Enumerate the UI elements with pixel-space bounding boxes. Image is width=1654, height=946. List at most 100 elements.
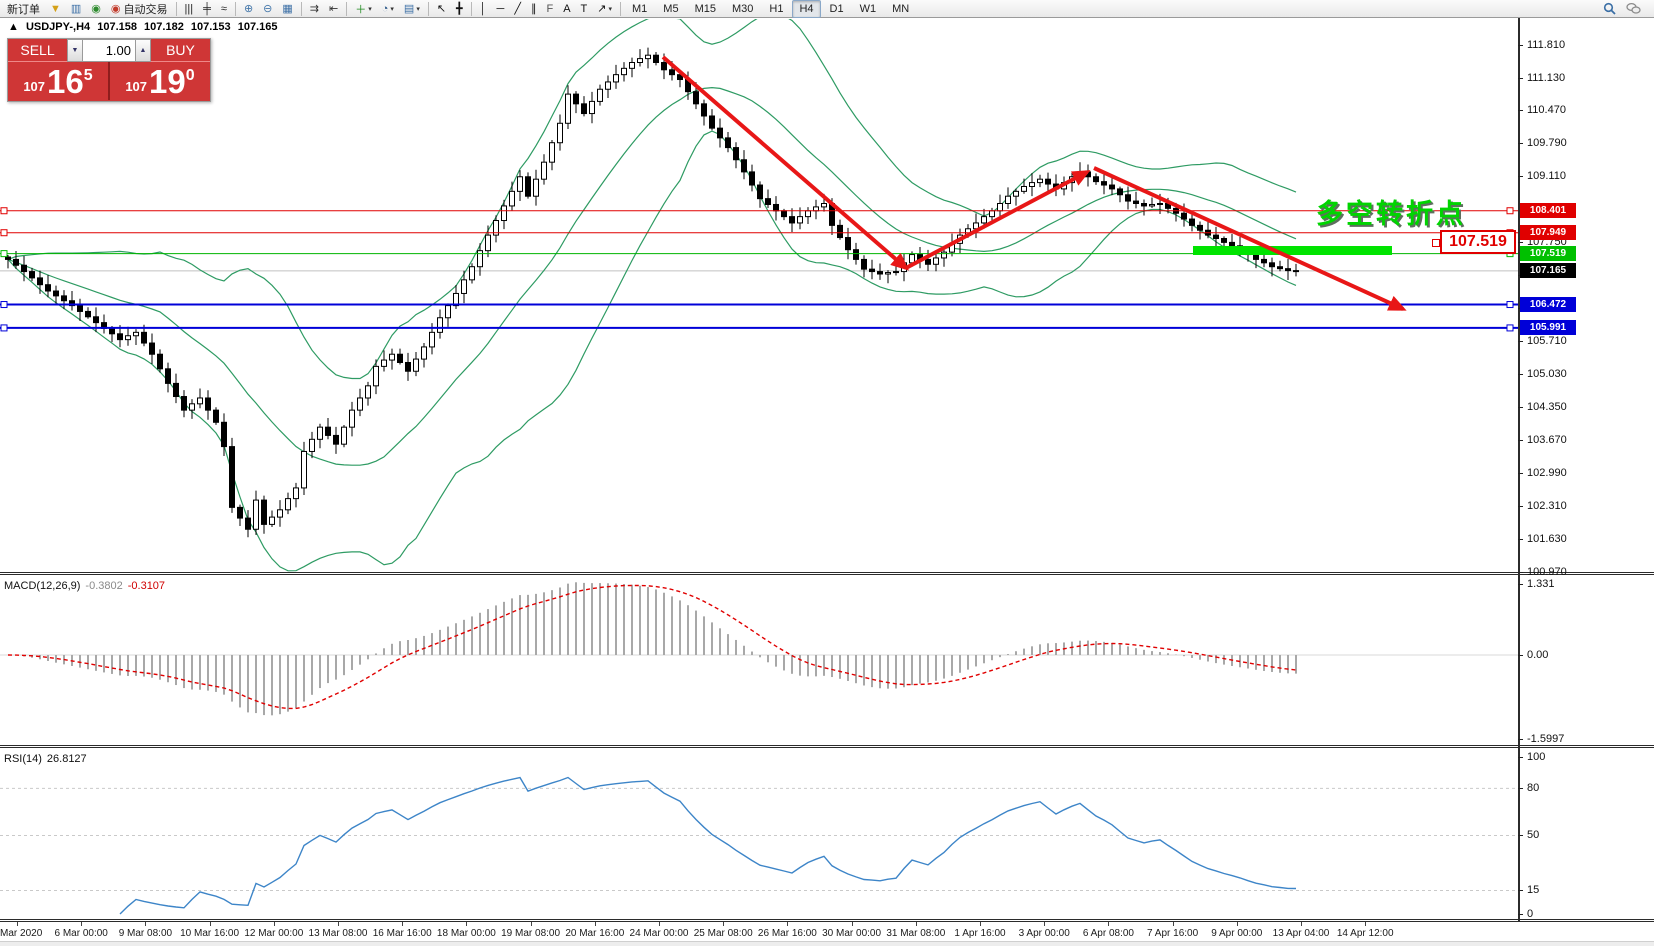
axis-tick <box>1518 584 1523 585</box>
search-icon[interactable] <box>1599 0 1620 18</box>
candlestick-chart-icon[interactable]: ╪ <box>199 0 215 18</box>
buy-button[interactable]: BUY <box>151 39 210 62</box>
text-label-icon[interactable]: T <box>577 0 592 18</box>
symbol-info-bar: ▲ USDJPY-,H4 107.158 107.182 107.153 107… <box>8 21 281 33</box>
timeframe-m15[interactable]: M15 <box>688 0 723 18</box>
auto-scroll-icon[interactable]: ⇉ <box>306 0 323 18</box>
trendline-icon[interactable]: ╱ <box>510 0 525 18</box>
timeframe-d1[interactable]: D1 <box>823 0 851 18</box>
timeframe-mn[interactable]: MN <box>885 0 916 18</box>
time-tick-label: 31 Mar 08:00 <box>886 928 945 939</box>
time-tick <box>1237 922 1238 926</box>
time-tick <box>595 922 596 926</box>
styler-icon[interactable]: ▼ <box>46 0 65 18</box>
rsi-label: RSI(14)26.8127 <box>4 753 87 765</box>
chart-shift-icon[interactable]: ⇤ <box>325 0 342 18</box>
chat-icon[interactable] <box>1622 0 1645 18</box>
market-watch-icon[interactable]: ▥ <box>67 0 85 18</box>
axis-tick-label: 1.331 <box>1527 578 1555 590</box>
new-order-button[interactable]: 新订单 <box>3 0 44 18</box>
main-chart-pane[interactable] <box>0 18 1654 575</box>
vertical-line-icon[interactable]: │ <box>476 0 491 18</box>
axis-tick <box>1518 78 1523 79</box>
time-tick-label: 20 Mar 16:00 <box>565 928 624 939</box>
sell-price[interactable]: 107 16 5 <box>8 62 110 100</box>
axis-tick <box>1518 506 1523 507</box>
sell-price-big: 16 <box>47 67 84 97</box>
time-tick-label: 6 Apr 08:00 <box>1083 928 1134 939</box>
ohlc-high: 107.182 <box>144 21 184 33</box>
axis-tick-label: 104.350 <box>1527 401 1567 413</box>
tile-windows-icon[interactable]: ▦ <box>278 0 296 18</box>
zoom-in-icon[interactable]: ⊕ <box>240 0 257 18</box>
zoom-out-icon[interactable]: ⊖ <box>259 0 276 18</box>
time-tick-label: 25 Mar 08:00 <box>694 928 753 939</box>
indicators-icon[interactable]: ＋▾ <box>351 0 376 18</box>
time-tick <box>787 922 788 926</box>
ohlc-low: 107.153 <box>191 21 231 33</box>
time-tick-label: 12 Mar 00:00 <box>244 928 303 939</box>
periods-icon[interactable]: ◔▾ <box>378 0 398 18</box>
line-chart-icon[interactable]: ≈ <box>217 0 231 18</box>
fibonacci-icon[interactable]: F <box>542 0 557 18</box>
axis-tick <box>1518 440 1523 441</box>
templates-icon[interactable]: ▤▾ <box>400 0 424 18</box>
axis-tick-label: -1.5997 <box>1527 733 1564 745</box>
time-tick-label: 7 Apr 16:00 <box>1147 928 1198 939</box>
volume-increase-button[interactable]: ▲ <box>135 39 151 62</box>
price-badge: 107.165 <box>1520 263 1576 278</box>
axis-tick-label: 111.810 <box>1527 39 1565 51</box>
signal-icon[interactable]: ◉ <box>87 0 105 18</box>
auto-trading-button[interactable]: ◉自动交易 <box>107 0 172 18</box>
mt4-terminal-window: 新订单▼▥◉◉自动交易|||╪≈⊕⊖▦⇉⇤＋▾◔▾▤▾↖╋│─╱∥FAT↗▾ M… <box>0 0 1654 946</box>
volume-input[interactable] <box>83 39 135 62</box>
bar-chart-icon[interactable]: ||| <box>181 0 198 18</box>
time-tick-label: 9 Mar 08:00 <box>119 928 172 939</box>
crosshair-icon[interactable]: ╋ <box>452 0 467 18</box>
channel-icon[interactable]: ∥ <box>527 0 541 18</box>
time-tick <box>1044 922 1045 926</box>
annotation-text[interactable]: 多空转折点 <box>1316 192 1466 231</box>
timeframe-h4[interactable]: H4 <box>792 0 820 18</box>
timeframe-h1[interactable]: H1 <box>762 0 790 18</box>
price-label-handle[interactable] <box>1432 239 1440 247</box>
arrows-icon[interactable]: ↗▾ <box>593 0 616 18</box>
time-tick <box>916 922 917 926</box>
price-badge: 107.519 <box>1520 246 1576 261</box>
cursor-icon[interactable]: ↖ <box>433 0 450 18</box>
axis-tick <box>1518 539 1523 540</box>
rsi-pane[interactable] <box>0 751 1654 922</box>
price-badge: 107.949 <box>1520 225 1576 240</box>
axis-tick <box>1518 890 1523 891</box>
time-tick <box>402 922 403 926</box>
time-tick-label: 10 Mar 16:00 <box>180 928 239 939</box>
timeframe-m30[interactable]: M30 <box>725 0 760 18</box>
one-click-trading-panel: SELL ▼ ▲ BUY 107 16 5 107 19 0 <box>7 38 211 102</box>
toolbar-buttons: 新订单▼▥◉◉自动交易 |||╪≈ ⊕⊖▦ ⇉⇤ ＋▾◔▾▤▾ ↖╋ │─╱∥FAT↗▾ <box>2 0 624 18</box>
time-tick-label: 13 Apr 04:00 <box>1273 928 1330 939</box>
timeframe-m1[interactable]: M1 <box>625 0 654 18</box>
time-tick <box>145 922 146 926</box>
axis-tick <box>1518 572 1523 573</box>
timeframe-w1[interactable]: W1 <box>853 0 884 18</box>
axis-tick-label: 0.00 <box>1527 649 1548 661</box>
time-tick <box>659 922 660 926</box>
axis-tick-label: 15 <box>1527 884 1539 896</box>
axis-tick <box>1518 835 1523 836</box>
horizontal-line-icon[interactable]: ─ <box>493 0 509 18</box>
time-tick <box>210 922 211 926</box>
price-label-box[interactable]: 107.519 <box>1440 230 1516 254</box>
time-tick <box>274 922 275 926</box>
price-badge: 106.472 <box>1520 297 1576 312</box>
volume-decrease-button[interactable]: ▼ <box>67 39 83 62</box>
collapse-marker-icon[interactable]: ▲ <box>8 21 19 33</box>
timeframe-m5[interactable]: M5 <box>656 0 685 18</box>
time-tick <box>81 922 82 926</box>
sell-button[interactable]: SELL <box>8 39 67 62</box>
time-tick-label: 14 Apr 12:00 <box>1337 928 1394 939</box>
axis-tick <box>1518 143 1523 144</box>
macd-pane[interactable] <box>0 578 1654 748</box>
toolbar-separator <box>471 2 472 16</box>
buy-price[interactable]: 107 19 0 <box>110 62 210 100</box>
text-icon[interactable]: A <box>559 0 574 18</box>
